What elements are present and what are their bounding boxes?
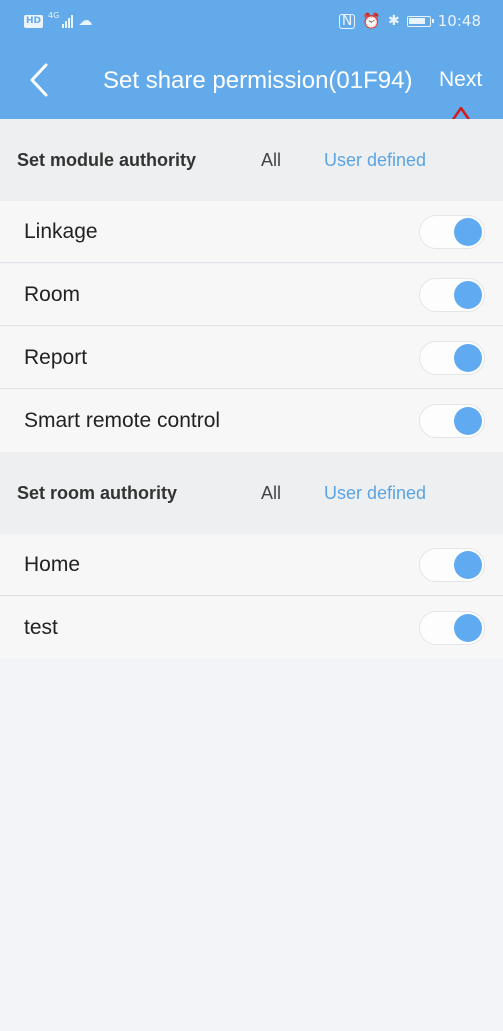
module-authority-header: Set module authority All User defined [0, 119, 503, 201]
smart-remote-control-toggle[interactable] [419, 404, 485, 438]
row-label: Room [24, 283, 81, 306]
report-toggle[interactable] [419, 341, 485, 375]
network-type: 4G [48, 10, 60, 20]
row-label: test [24, 616, 58, 639]
home-toggle[interactable] [419, 548, 485, 582]
test-toggle[interactable] [419, 611, 485, 645]
toggle-knob [454, 218, 482, 246]
cloud-icon: ☁ [78, 13, 93, 29]
app-header: HD 4G ☁ N ⏰ ✱ 10:48 Set share permission… [0, 0, 503, 119]
toggle-knob [454, 344, 482, 372]
row-label: Home [24, 553, 81, 576]
module-row-room: Room [0, 264, 503, 326]
room-row-test: test [0, 597, 503, 659]
toggle-knob [454, 551, 482, 579]
bluetooth-icon: ✱ [388, 13, 400, 29]
linkage-toggle[interactable] [419, 215, 485, 249]
battery-icon [406, 15, 434, 27]
nfc-icon: N [338, 13, 356, 29]
room-toggle[interactable] [419, 278, 485, 312]
signal-icon [62, 14, 74, 28]
room-row-home: Home [0, 534, 503, 596]
next-button[interactable]: Next [439, 68, 482, 92]
status-left: HD 4G ☁ [24, 10, 93, 29]
alarm-icon: ⏰ [362, 12, 382, 30]
toggle-knob [454, 281, 482, 309]
module-row-report: Report [0, 327, 503, 389]
status-bar: HD 4G ☁ N ⏰ ✱ 10:48 [0, 0, 503, 44]
module-option-all[interactable]: All [261, 150, 281, 171]
room-authority-header: Set room authority All User defined [0, 452, 503, 534]
page-title: Set share permission(01F94) [103, 67, 413, 94]
row-label: Report [24, 346, 88, 369]
room-option-all[interactable]: All [261, 483, 281, 504]
toggle-knob [454, 407, 482, 435]
row-label: Linkage [24, 220, 98, 243]
module-row-linkage: Linkage [0, 201, 503, 263]
module-authority-title: Set module authority [17, 150, 197, 170]
chevron-left-icon [30, 63, 48, 97]
module-row-smart-remote-control: Smart remote control [0, 390, 503, 452]
hd-badge: HD [24, 14, 44, 28]
status-right: N ⏰ ✱ 10:48 [338, 12, 481, 30]
status-time: 10:48 [437, 12, 481, 30]
room-option-user-defined[interactable]: User defined [324, 483, 426, 504]
row-label: Smart remote control [24, 409, 221, 432]
module-option-user-defined[interactable]: User defined [324, 150, 426, 171]
back-button[interactable] [24, 60, 56, 100]
room-authority-title: Set room authority [17, 483, 178, 503]
toggle-knob [454, 614, 482, 642]
